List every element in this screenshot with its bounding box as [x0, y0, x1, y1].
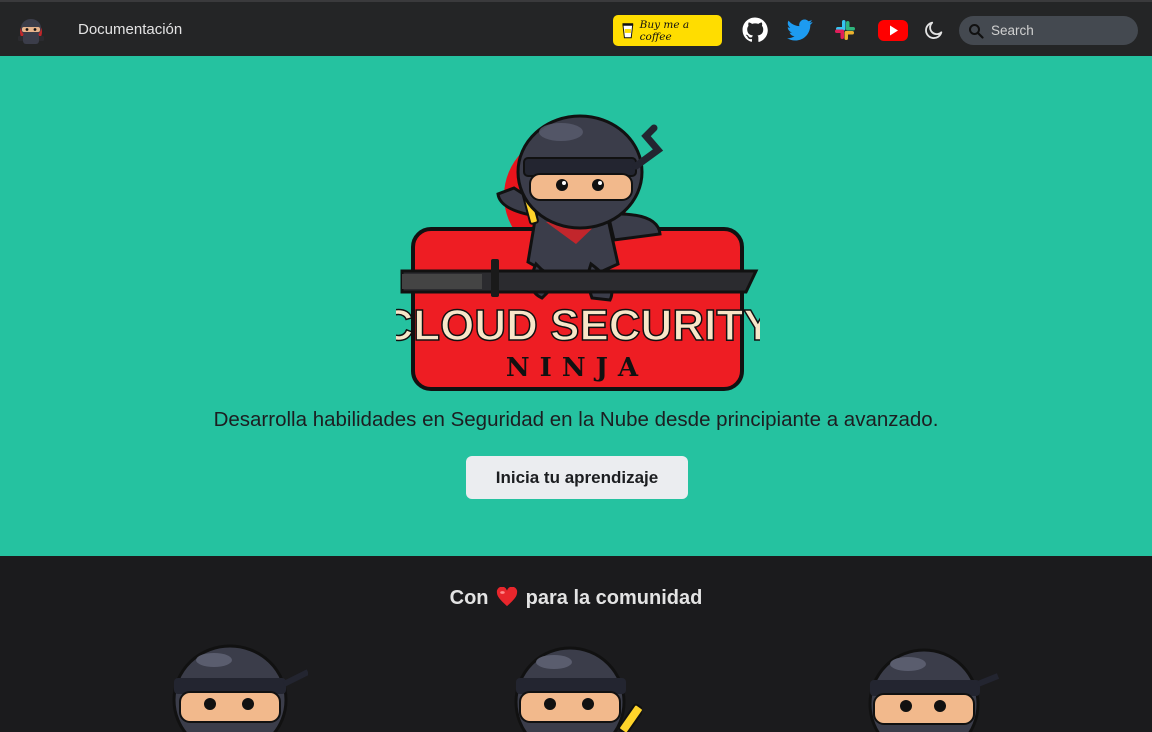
- github-icon[interactable]: [742, 17, 768, 43]
- logo-title-text: CLOUD SECURITY: [396, 301, 760, 350]
- search-box[interactable]: [959, 16, 1138, 45]
- community-section: Con para la comunidad: [0, 556, 1152, 732]
- coffee-cup-icon: [622, 23, 634, 39]
- ninja-logo-icon[interactable]: [14, 14, 48, 46]
- buy-me-a-coffee-button[interactable]: Buy me a coffee: [613, 15, 722, 46]
- hero-banner: CLOUD SECURITY NINJA Desarrolla habilida…: [0, 56, 1152, 556]
- nav-documentation-link[interactable]: Documentación: [78, 21, 182, 38]
- slack-icon[interactable]: [833, 17, 857, 43]
- community-title-after: para la comunidad: [525, 587, 703, 609]
- community-title-before: Con: [449, 587, 489, 609]
- community-title: Con para la comunidad: [0, 587, 1152, 610]
- start-learning-button[interactable]: Inicia tu aprendizaje: [466, 456, 688, 499]
- navbar: Documentación Buy me a coffee: [0, 0, 1152, 56]
- hero-tagline: Desarrolla habilidades en Seguridad en l…: [213, 408, 939, 431]
- heart-icon: [496, 587, 518, 607]
- search-icon: [969, 23, 984, 39]
- moon-icon[interactable]: [923, 17, 945, 43]
- ninja-mascot-image: [868, 648, 1000, 732]
- coffee-label: Buy me a coffee: [639, 18, 690, 43]
- ninja-mascot-image: [514, 646, 642, 732]
- youtube-icon[interactable]: [877, 17, 909, 43]
- search-input[interactable]: [991, 23, 1131, 38]
- cloud-security-ninja-logo: CLOUD SECURITY NINJA: [396, 114, 760, 391]
- twitter-icon[interactable]: [786, 17, 814, 43]
- ninja-mascot-image: [172, 644, 308, 732]
- logo-subtitle-text: NINJA: [506, 353, 648, 383]
